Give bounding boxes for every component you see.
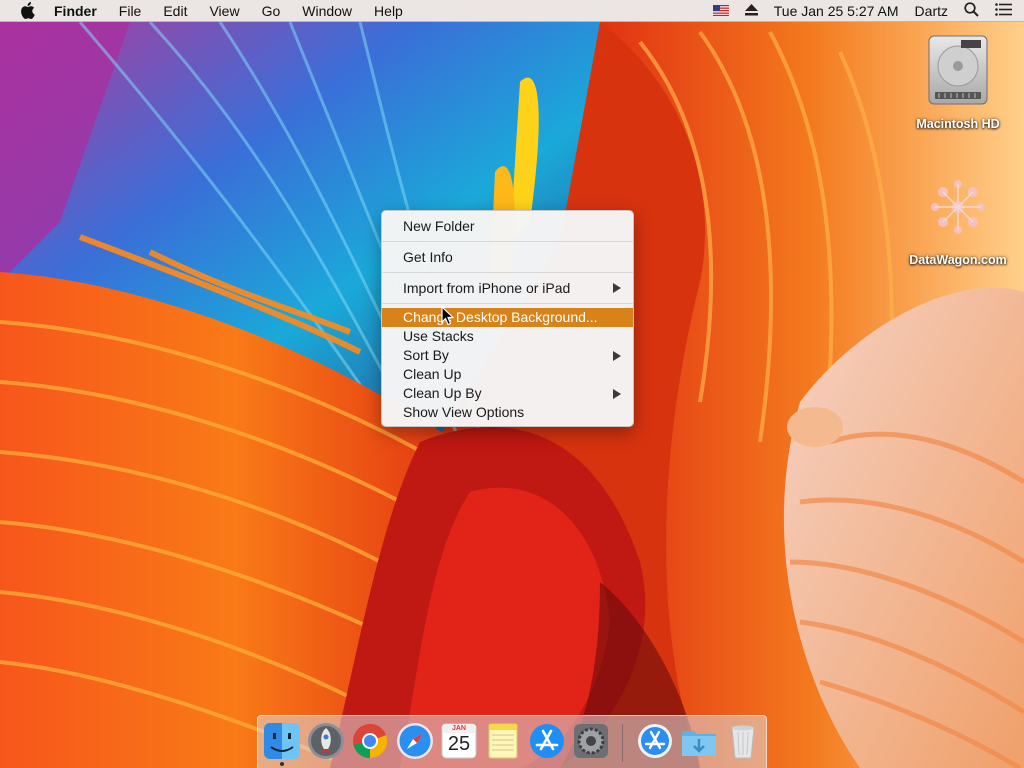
user-name[interactable]: Dartz [915, 3, 948, 19]
menu-item-sort-by[interactable]: Sort By [382, 346, 633, 365]
menu-file[interactable]: File [108, 0, 153, 22]
applications-folder-icon[interactable] [635, 721, 675, 761]
hard-drive-icon [903, 32, 1013, 113]
calendar-month: JAN [451, 725, 466, 732]
chrome-icon[interactable] [350, 721, 390, 761]
menu-item-clean-up[interactable]: Clean Up [382, 365, 633, 384]
menu-item-label: Import from iPhone or iPad [403, 280, 571, 296]
submenu-arrow-icon [613, 388, 621, 399]
system-preferences-icon[interactable] [571, 721, 611, 761]
menu-edit[interactable]: Edit [152, 0, 198, 22]
menu-item-label: Sort By [403, 347, 449, 363]
menu-app-finder[interactable]: Finder [52, 0, 108, 22]
desktop-icon-label: DataWagon.com [909, 253, 1007, 267]
network-share-icon [903, 170, 1013, 249]
menu-view[interactable]: View [198, 0, 250, 22]
menu-item-show-view-options[interactable]: Show View Options [382, 403, 633, 422]
desktop-icon-macintosh-hd[interactable]: Macintosh HD [903, 32, 1013, 131]
menu-item-clean-up-by[interactable]: Clean Up By [382, 384, 633, 403]
dock: JAN 25 [257, 715, 767, 768]
notification-center-icon[interactable] [995, 2, 1012, 19]
menu-bar: Finder File Edit View Go Window Help Tue… [0, 0, 1024, 22]
menu-window[interactable]: Window [291, 0, 363, 22]
eject-icon[interactable] [744, 3, 758, 19]
menu-item-label: Clean Up By [403, 385, 482, 401]
launchpad-icon[interactable] [306, 721, 346, 761]
submenu-arrow-icon [613, 283, 621, 293]
menu-separator [382, 241, 633, 242]
menu-separator [382, 272, 633, 273]
running-indicator [280, 762, 284, 766]
dock-divider [622, 724, 623, 762]
safari-icon[interactable] [395, 721, 435, 761]
app-store-icon[interactable] [527, 721, 567, 761]
finder-icon[interactable] [262, 721, 302, 761]
mouse-cursor-icon [441, 305, 455, 326]
desktop-context-menu: New Folder Get Info Import from iPhone o… [381, 210, 634, 427]
downloads-folder-icon[interactable] [679, 721, 719, 761]
menu-help[interactable]: Help [363, 0, 414, 22]
calendar-icon[interactable]: JAN 25 [439, 721, 479, 761]
menu-go[interactable]: Go [251, 0, 292, 22]
desktop-icon-datawagon[interactable]: DataWagon.com [903, 170, 1013, 267]
us-flag-icon[interactable] [712, 5, 729, 16]
menu-separator [382, 303, 633, 304]
calendar-day: 25 [447, 733, 471, 755]
status-area: Tue Jan 25 5:27 AM Dartz [705, 0, 1024, 22]
notes-icon[interactable] [483, 721, 523, 761]
menu-item-get-info[interactable]: Get Info [382, 246, 633, 268]
apple-logo-icon[interactable] [20, 2, 36, 20]
trash-icon[interactable] [723, 721, 763, 761]
menu-item-change-desktop-background[interactable]: Change Desktop Background... [382, 308, 633, 327]
desktop-icon-label: Macintosh HD [916, 117, 1000, 131]
submenu-arrow-icon [613, 350, 621, 361]
menu-item-use-stacks[interactable]: Use Stacks [382, 327, 633, 346]
menubar-clock[interactable]: Tue Jan 25 5:27 AM [774, 3, 899, 19]
spotlight-search-icon[interactable] [964, 1, 979, 20]
menu-item-import-from-iphone[interactable]: Import from iPhone or iPad [382, 277, 633, 299]
menu-item-new-folder[interactable]: New Folder [382, 215, 633, 237]
